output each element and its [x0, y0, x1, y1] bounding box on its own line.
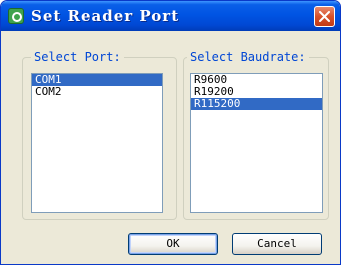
select-baudrate-label: Select Baudrate:	[187, 50, 309, 64]
close-icon	[319, 11, 330, 22]
baudrate-listbox[interactable]: R9600 R19200 R115200	[190, 73, 323, 213]
dialog-window: Set Reader Port Select Port: COM1 COM2 S…	[0, 0, 341, 265]
port-listbox[interactable]: COM1 COM2	[31, 73, 163, 213]
port-item-com2[interactable]: COM2	[32, 86, 162, 98]
cancel-button[interactable]: Cancel	[232, 233, 322, 255]
window-title: Set Reader Port	[31, 7, 180, 25]
close-button[interactable]	[314, 6, 335, 27]
select-port-group: Select Port: COM1 COM2	[22, 50, 177, 220]
select-baudrate-group: Select Baudrate: R9600 R19200 R115200	[183, 50, 329, 220]
select-port-label: Select Port:	[31, 50, 124, 64]
baud-item-r115200[interactable]: R115200	[191, 98, 322, 110]
ok-button[interactable]: OK	[128, 233, 218, 255]
title-bar[interactable]: Set Reader Port	[1, 1, 340, 31]
app-icon	[8, 8, 24, 24]
